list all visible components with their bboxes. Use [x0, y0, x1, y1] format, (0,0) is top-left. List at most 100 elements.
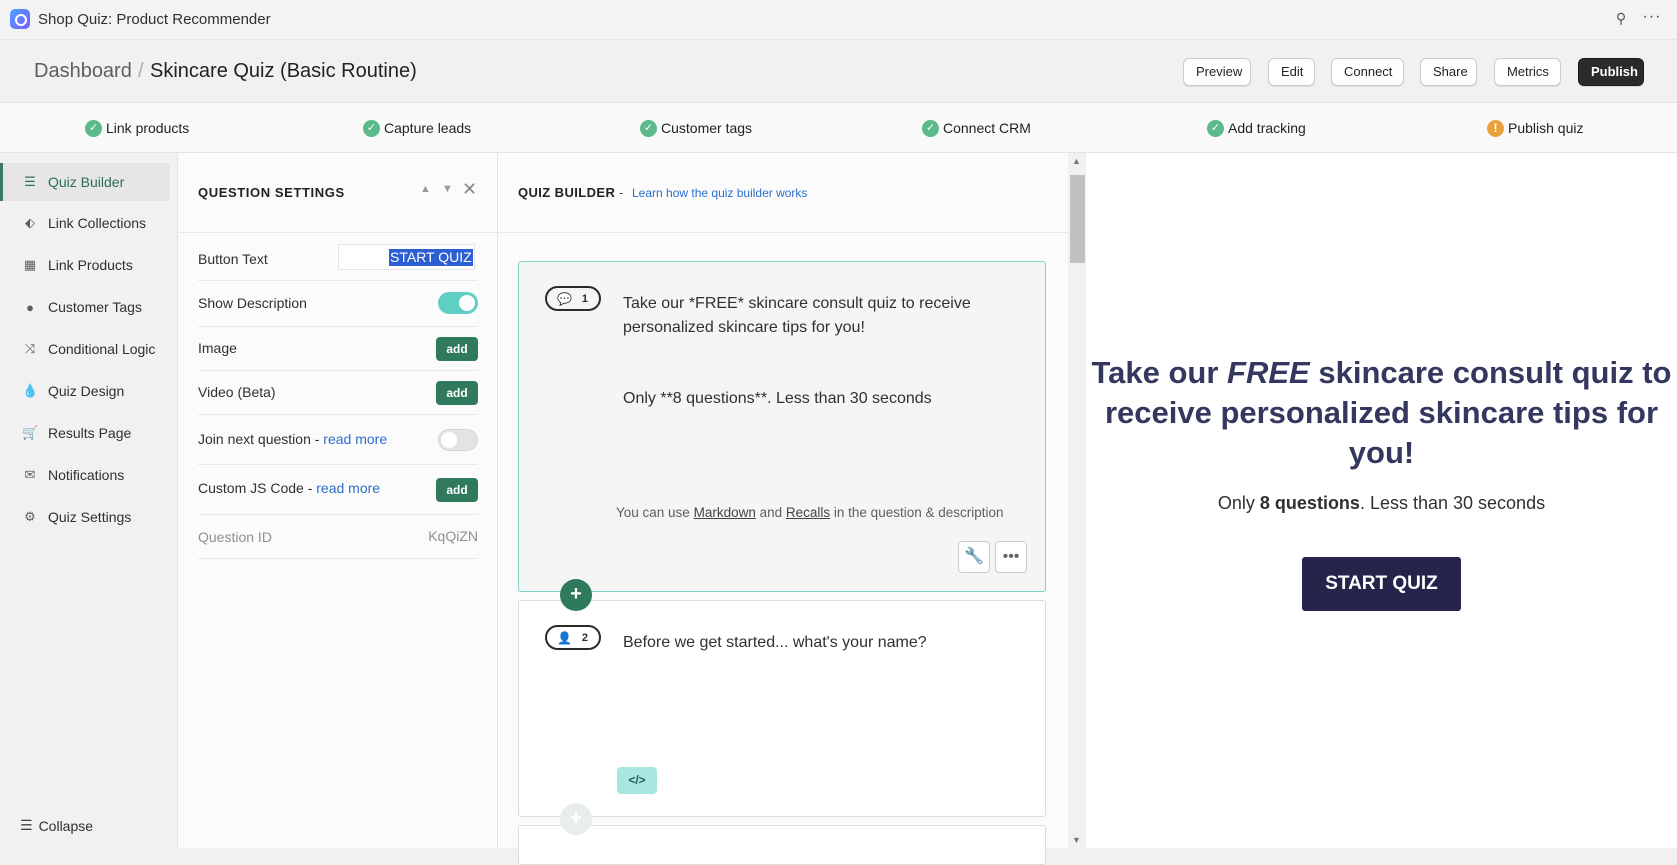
- join-next-question-toggle[interactable]: [438, 429, 478, 451]
- join-next-read-more-link[interactable]: read more: [323, 431, 387, 447]
- speech-bubble-icon: 💬: [557, 292, 572, 306]
- check-icon: ✓: [85, 119, 102, 137]
- join-next-question-label: Join next question - read more: [198, 431, 388, 447]
- pin-icon[interactable]: ⚲: [1613, 10, 1629, 28]
- markdown-hint: You can use Markdown and Recalls in the …: [616, 505, 1004, 520]
- quiz-builder-dash: -: [619, 185, 624, 200]
- quiz-builder-title: QUIZ BUILDER: [518, 185, 616, 200]
- button-text-row: Button Text START QUIZ: [198, 239, 478, 281]
- add-question-button[interactable]: +: [560, 803, 592, 835]
- quiz-preview: Take our FREE skincare consult quiz to r…: [1086, 153, 1677, 848]
- question-card-2[interactable]: 👤 2 Before we get started... what's your…: [518, 600, 1046, 817]
- question-card-3[interactable]: [518, 825, 1046, 865]
- metrics-button[interactable]: Metrics: [1494, 58, 1561, 86]
- app-logo-icon: [10, 9, 30, 29]
- question-id-label: Question ID: [198, 529, 272, 545]
- builder-scrollbar[interactable]: ▲ ▼: [1068, 153, 1086, 848]
- page-header: Dashboard / Skincare Quiz (Basic Routine…: [0, 40, 1677, 103]
- publish-button[interactable]: Publish: [1578, 58, 1644, 86]
- sidebar: ☰ Quiz Builder ⬖ Link Collections ▦ Link Pr…: [0, 153, 178, 848]
- quiz-builder-panel: QUIZ BUILDER - Learn how the quiz builde…: [498, 153, 1068, 865]
- video-row: Video (Beta) add: [198, 371, 478, 415]
- title-bar: Shop Quiz: Product Recommender ⚲ ···: [0, 0, 1677, 40]
- sidebar-item-conditional-logic[interactable]: ⤨ Conditional Logic: [0, 330, 170, 368]
- learn-quiz-builder-link[interactable]: Learn how the quiz builder works: [632, 186, 807, 200]
- question-card-1[interactable]: 💬 1 Take our *FREE* skincare consult qui…: [518, 261, 1046, 592]
- more-options-icon[interactable]: •••: [995, 541, 1027, 573]
- tag-icon: ⬖: [25, 215, 35, 230]
- box-icon: ▦: [23, 257, 37, 272]
- question-id-value: KqQiZN: [428, 528, 478, 544]
- sidebar-item-results-page[interactable]: 🛒 Results Page: [0, 414, 170, 452]
- show-description-label: Show Description: [198, 295, 307, 311]
- list-icon: ☰: [24, 174, 36, 189]
- sidebar-item-quiz-settings[interactable]: ⚙ Quiz Settings: [0, 498, 170, 536]
- gear-icon: ⚙: [24, 509, 36, 524]
- step-capture-leads[interactable]: ✓ Capture leads: [363, 117, 471, 139]
- sidebar-item-link-products[interactable]: ▦ Link Products: [0, 246, 170, 284]
- check-icon: ✓: [922, 119, 939, 137]
- step-connect-crm[interactable]: ✓ Connect CRM: [922, 117, 1031, 139]
- sidebar-item-link-collections[interactable]: ⬖ Link Collections: [0, 204, 170, 242]
- question-settings-panel: QUESTION SETTINGS ▲ ▼ ✕ Button Text STAR…: [178, 153, 498, 848]
- check-icon: ✓: [640, 119, 657, 137]
- button-text-label: Button Text: [198, 251, 268, 267]
- sidebar-item-quiz-design[interactable]: 💧 Quiz Design: [0, 372, 170, 410]
- edit-button[interactable]: Edit: [1268, 58, 1315, 86]
- start-quiz-button[interactable]: START QUIZ: [1302, 557, 1461, 611]
- sidebar-item-notifications[interactable]: ✉ Notifications: [0, 456, 170, 494]
- mail-icon: ✉: [24, 467, 36, 482]
- question-settings-title: QUESTION SETTINGS: [198, 185, 345, 200]
- cart-icon: 🛒: [22, 425, 39, 440]
- scroll-down-icon[interactable]: ▼: [1072, 835, 1081, 845]
- share-button[interactable]: Share: [1420, 58, 1477, 86]
- sidebar-item-quiz-builder[interactable]: ☰ Quiz Builder: [0, 163, 170, 201]
- scroll-thumb[interactable]: [1070, 175, 1085, 263]
- connect-button[interactable]: Connect: [1331, 58, 1404, 86]
- collapse-button[interactable]: ☰ Collapse: [20, 817, 93, 834]
- logic-icon: ⤨: [24, 341, 36, 356]
- add-question-button[interactable]: +: [560, 579, 592, 611]
- question-text[interactable]: Take our *FREE* skincare consult quiz to…: [623, 292, 1003, 340]
- step-link-products[interactable]: ✓ Link products: [85, 117, 189, 139]
- join-next-question-row: Join next question - read more: [198, 415, 478, 465]
- collapse-icon: ☰: [20, 817, 33, 833]
- step-add-tracking[interactable]: ✓ Add tracking: [1207, 117, 1306, 139]
- app-title: Shop Quiz: Product Recommender: [38, 11, 271, 28]
- question-text[interactable]: Before we get started... what's your nam…: [623, 631, 1023, 655]
- toggle-knob: [459, 295, 475, 311]
- user-icon: ●: [26, 299, 34, 315]
- add-custom-js-button[interactable]: add: [436, 478, 478, 502]
- arrow-up-icon[interactable]: ▲: [420, 183, 431, 195]
- preview-description: Only 8 questions. Less than 30 seconds: [1217, 493, 1546, 513]
- show-description-toggle[interactable]: [438, 292, 478, 314]
- question-description[interactable]: Only **8 questions**. Less than 30 secon…: [623, 387, 1023, 411]
- check-icon: ✓: [363, 119, 380, 137]
- page-title: Skincare Quiz (Basic Routine): [150, 60, 417, 82]
- setup-steps-bar: ✓ Link products ✓ Capture leads ✓ Customer …: [0, 103, 1677, 153]
- button-text-input[interactable]: START QUIZ: [338, 244, 475, 270]
- close-icon[interactable]: ✕: [462, 179, 477, 200]
- markdown-link[interactable]: Markdown: [694, 505, 756, 520]
- arrow-down-icon[interactable]: ▼: [442, 183, 453, 195]
- step-publish-quiz[interactable]: ! Publish quiz: [1487, 117, 1584, 139]
- custom-js-label: Custom JS Code - read more: [198, 480, 381, 496]
- scroll-up-icon[interactable]: ▲: [1072, 156, 1081, 166]
- video-label: Video (Beta): [198, 384, 276, 400]
- quiz-builder-header: QUIZ BUILDER - Learn how the quiz builde…: [498, 153, 1068, 233]
- button-text-value: START QUIZ: [389, 249, 473, 266]
- custom-js-read-more-link[interactable]: read more: [316, 480, 380, 496]
- sidebar-item-customer-tags[interactable]: ● Customer Tags: [0, 288, 170, 326]
- preview-button[interactable]: Preview: [1183, 58, 1251, 86]
- recalls-link[interactable]: Recalls: [786, 505, 830, 520]
- check-icon: ✓: [1207, 119, 1224, 137]
- custom-js-row: Custom JS Code - read more add: [198, 465, 478, 515]
- step-customer-tags[interactable]: ✓ Customer tags: [640, 117, 752, 139]
- wrench-icon[interactable]: 🔧: [958, 541, 990, 573]
- question-badge: 👤 2: [545, 625, 601, 650]
- add-video-button[interactable]: add: [436, 381, 478, 405]
- more-icon[interactable]: ···: [1641, 8, 1663, 28]
- code-icon[interactable]: </>: [617, 767, 657, 794]
- breadcrumb-dashboard[interactable]: Dashboard: [34, 60, 132, 83]
- add-image-button[interactable]: add: [436, 337, 478, 361]
